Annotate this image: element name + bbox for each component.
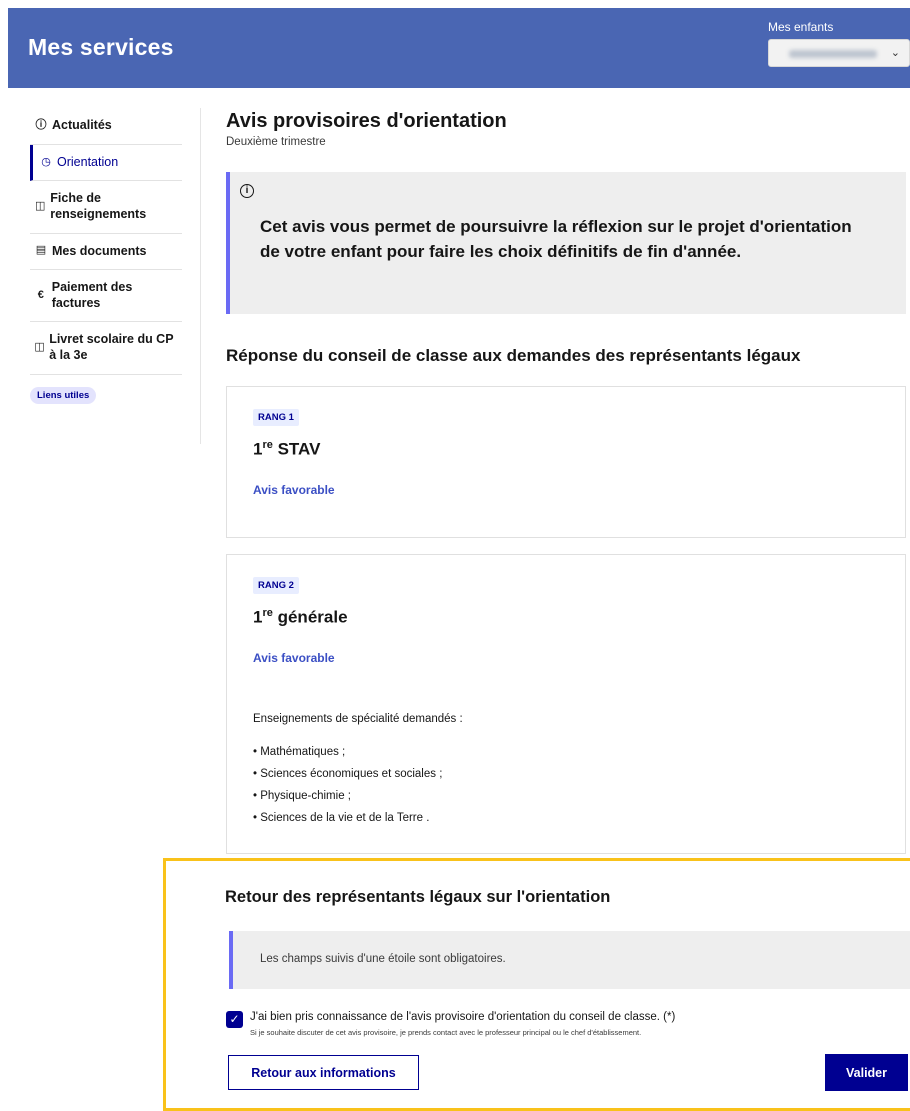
section-title: Réponse du conseil de classe aux demande… [226,346,801,365]
euro-icon: € [37,288,44,301]
top-header: Mes services Mes enfants ⌄ [8,8,910,88]
sidebar-item-label: Mes documents [52,243,147,258]
back-to-info-button[interactable]: Retour aux informations [228,1055,419,1090]
info-icon: i [240,184,254,198]
documents-icon: ▤ [35,244,47,257]
sidebar-item-label: Actualités [52,118,112,132]
sidebar-item-actualites[interactable]: ⓘ Actualités [30,108,182,145]
sidebar-divider [200,108,201,444]
children-selector: Mes enfants ⌄ [768,20,910,67]
page-title: Avis provisoires d'orientation [226,110,507,132]
formation-title: 1re générale [253,607,348,628]
rank-badge: RANG 1 [253,409,299,426]
list-item: • Sciences économiques et sociales ; [253,768,443,780]
book-icon: ◫ [34,341,45,354]
child-select[interactable]: ⌄ [768,39,910,67]
validate-button[interactable]: Valider [825,1054,908,1091]
sidebar-item-livret[interactable]: ◫ Livret scolaire du CP à la 3e [30,322,182,375]
sidebar-item-label: Fiche de renseignements [50,191,147,221]
sidebar-item-paiement[interactable]: € Paiement des factures [30,270,182,323]
retour-title: Retour des représentants légaux sur l'or… [225,888,611,906]
callout-text: Cet avis vous permet de poursuivre la ré… [260,217,852,261]
formation-name: STAV [272,439,321,459]
sidebar-item-fiche[interactable]: ◫ Fiche de renseignements [30,181,182,234]
tag-icon: ◫ [34,200,46,212]
clock-circle-icon: ◷ [41,155,51,168]
formation-sup: re [262,439,273,451]
orientation-card: RANG 1 1re STAV Avis favorable [226,386,906,538]
avis-status: Avis favorable [253,651,335,665]
required-notice: Les champs suivis d'une étoile sont obli… [229,931,910,989]
main-content: Avis provisoires d'orientation Deuxième … [226,110,906,854]
specialties-title: Enseignements de spécialité demandés : [253,713,463,725]
checkmark-icon: ✓ [229,1012,240,1026]
formation-title: 1re STAV [253,439,320,460]
sidebar-item-documents[interactable]: ▤ Mes documents [30,234,182,271]
page-subtitle: Deuxième trimestre [226,136,326,148]
sidebar-item-label: Paiement des factures [51,280,133,310]
notice-text: Les champs suivis d'une étoile sont obli… [260,953,506,965]
rank-badge: RANG 2 [253,577,299,594]
acknowledge-checkbox[interactable]: ✓ [226,1011,243,1028]
checkbox-label: J'ai bien pris connaissance de l'avis pr… [250,1011,676,1023]
app-title: Mes services [28,34,174,60]
child-name-blurred [789,50,877,58]
formation-sup: re [262,607,273,619]
specialties-list: • Mathématiques ; • Sciences économiques… [253,741,442,829]
checkbox-hint: Si je souhaite discuter de cet avis prov… [250,1028,642,1037]
list-item: • Physique-chimie ; [253,790,351,802]
retour-section: Retour des représentants légaux sur l'or… [163,858,910,1111]
list-item: • Sciences de la vie et de la Terre . [253,812,430,824]
sidebar-item-orientation[interactable]: ◷ Orientation [30,144,182,182]
formation-name: générale [272,607,348,627]
info-callout: i Cet avis vous permet de poursuivre la … [226,172,906,314]
sidebar-item-label: Orientation [57,154,119,169]
avis-status: Avis favorable [253,483,335,497]
chevron-down-icon: ⌄ [890,47,900,59]
sidebar-item-label: Livret scolaire du CP à la 3e [49,332,174,362]
children-label: Mes enfants [768,20,834,34]
liens-utiles-badge[interactable]: Liens utiles [30,386,97,404]
orientation-card: RANG 2 1re générale Avis favorable Ensei… [226,554,906,854]
sidebar-nav: ⓘ Actualités ◷ Orientation ◫ Fiche de re… [30,108,182,404]
list-item: • Mathématiques ; [253,746,346,758]
info-circle-icon: ⓘ [35,118,47,131]
